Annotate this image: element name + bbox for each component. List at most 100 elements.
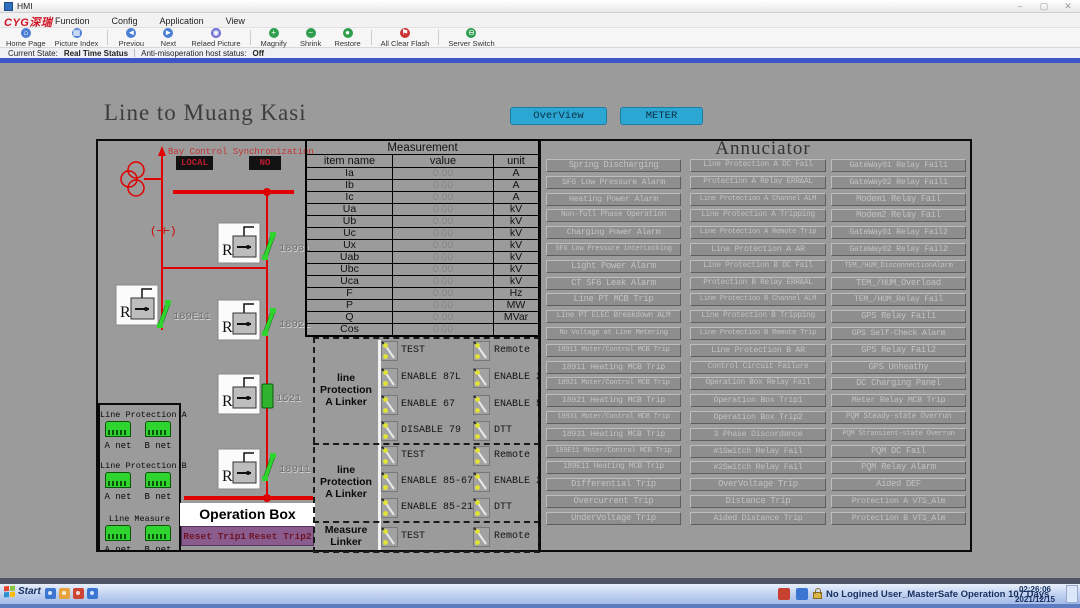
maximize-button[interactable]: ▢	[1036, 1, 1052, 12]
linker-switch-icon[interactable]	[473, 395, 490, 415]
blue-divider	[0, 58, 1080, 63]
toolbar-item-shrink[interactable]: −Shrink	[297, 28, 325, 48]
ie-icon[interactable]	[45, 588, 56, 599]
restore-icon: ●	[343, 28, 353, 38]
annunciator-tile: Aided DEF	[831, 478, 966, 491]
measurement-unit: MW	[494, 300, 538, 311]
toolbar-item-previou[interactable]: ◄Previou	[117, 28, 145, 48]
start-button[interactable]: Start	[4, 586, 41, 597]
meter-button[interactable]: METER	[620, 107, 703, 125]
menu-item-config[interactable]: Config	[112, 16, 138, 26]
linker-switch-icon[interactable]	[381, 395, 398, 415]
measurement-unit: Hz	[494, 288, 538, 299]
annunciator-tile: 18931 Moter/Control MCB Trip	[546, 411, 681, 424]
linker-switch-label: ENABLE 67	[401, 398, 479, 412]
app-icon	[4, 2, 13, 11]
toolbar-item-server-switch[interactable]: ⊖Server Switch	[448, 28, 494, 48]
annunciator-tile: Line Protection A Channel ALM	[690, 193, 826, 206]
annunciator-tile: 18911 Moter/Control MCB Trip	[546, 344, 681, 357]
toolbar-item-picture-index[interactable]: ▦Picture Index	[55, 28, 99, 48]
linker-switch-label: ENABLE 85-21	[401, 501, 479, 515]
media-icon[interactable]	[87, 588, 98, 599]
annunciator-tile: Distance Trip	[690, 495, 826, 508]
linker-switch-icon[interactable]	[381, 472, 398, 492]
flag-icon: ⚑	[400, 28, 410, 38]
measurement-unit: A	[494, 192, 538, 203]
net-group-title: Line Protection B	[100, 461, 179, 471]
annunciator-tile: Line Protection A DC Fail	[690, 159, 826, 172]
linker-switch-icon[interactable]	[381, 446, 398, 466]
net-port-label: B net	[143, 441, 173, 451]
annunciator-tile: Line Protection A AR	[690, 243, 826, 256]
shield-icon[interactable]	[73, 588, 84, 599]
toolbar-item-label: Relaed Picture	[191, 39, 240, 48]
linker-switch-icon[interactable]	[473, 527, 490, 547]
toolbar-item-relaed-picture[interactable]: ◉Relaed Picture	[191, 28, 240, 48]
close-button[interactable]: ✕	[1060, 1, 1076, 12]
minimize-button[interactable]: –	[1012, 1, 1028, 12]
linker-switch-icon[interactable]	[381, 527, 398, 547]
taskbar-clock[interactable]: 02:26:06 2021/12/15	[1006, 585, 1064, 604]
annunciator-tile: Meter Relay MCB Trip	[831, 394, 966, 407]
annunciator-tile: Line Protection B DC Fail	[690, 260, 826, 273]
toolbar-item-magnify[interactable]: +Magnify	[260, 28, 288, 48]
annunciator-tile: #1Switch Relay Fail	[690, 445, 826, 458]
home-icon: ⌂	[21, 28, 31, 38]
measurement-item-name: Uca	[307, 276, 393, 287]
linker-switch-icon[interactable]	[381, 498, 398, 518]
menu-bar: CYG深瑞 FunctionConfigApplicationView	[0, 13, 1080, 28]
taskbar-bottom-strip	[0, 604, 1080, 608]
reset-button-reset-trip1[interactable]: Reset Trip1	[183, 531, 246, 542]
reset-button-reset-trip2[interactable]: Reset Trip2	[249, 531, 312, 542]
linker-switch-icon[interactable]	[473, 421, 490, 441]
prev-icon: ◄	[126, 28, 136, 38]
measurement-unit	[494, 324, 538, 336]
linker-switch-icon[interactable]	[473, 341, 490, 361]
overview-button[interactable]: OverView	[510, 107, 607, 125]
linker-switch-icon[interactable]	[381, 368, 398, 388]
menu-items: Function Config Application View	[55, 13, 245, 28]
annunciator-tile: Light Power Alarm	[546, 260, 681, 273]
network-tray-icon[interactable]	[796, 588, 808, 600]
linker-switch-icon[interactable]	[473, 472, 490, 492]
linker-switch-label: Remote	[494, 344, 540, 358]
measurement-item-name: Ua	[307, 204, 393, 215]
linker-switch-icon[interactable]	[381, 421, 398, 441]
measurement-row: Ub0.00kV	[307, 216, 538, 228]
linker-section-label: Measure Linker	[315, 523, 377, 549]
measurement-table: Measurementitem namevalueunitIa0.00AIb0.…	[305, 139, 540, 337]
show-desktop-button[interactable]	[1066, 585, 1078, 603]
measurement-unit: kV	[494, 264, 538, 275]
annunciator-tile: UnderVoltage Trip	[546, 512, 681, 525]
annunciator-tile: Line Protection A Remote Trip	[690, 226, 826, 239]
annunciator-tile: Operation Box Trip2	[690, 411, 826, 424]
annunciator-tile: GateWay02 Relay Fail1	[831, 176, 966, 189]
linker-switch-icon[interactable]	[473, 498, 490, 518]
annunciator-tile: 189E11 Moter/Control MCB Trip	[546, 445, 681, 458]
hmi-tray-icon[interactable]	[778, 588, 790, 600]
linker-switch-label: ENABLE 27	[494, 371, 540, 385]
annunciator-tile: PQM Steady-state Overrun	[831, 411, 966, 424]
linker-switch-label: DTT	[494, 424, 540, 438]
linker-switch-icon[interactable]	[381, 341, 398, 361]
menu-item-application[interactable]: Application	[160, 16, 204, 26]
linker-switch-icon[interactable]	[473, 368, 490, 388]
toolbar-item-home-page[interactable]: ⌂Home Page	[6, 28, 46, 48]
measurement-item-name: Q	[307, 312, 393, 323]
toolbar-item-restore[interactable]: ●Restore	[334, 28, 362, 48]
measurement-unit: kV	[494, 240, 538, 251]
toolbar-item-next[interactable]: ►Next	[154, 28, 182, 48]
folder-icon[interactable]	[59, 588, 70, 599]
linker-switch-icon[interactable]	[473, 446, 490, 466]
menu-item-function[interactable]: Function	[55, 16, 90, 26]
rj45-port-icon	[145, 525, 171, 541]
measurement-item-name: Cos	[307, 324, 393, 336]
toolbar-item-all-clear-flash[interactable]: ⚑All Clear Flash	[381, 28, 430, 48]
annunciator-tile: No Voltage at Line Metering	[546, 327, 681, 340]
start-label: Start	[18, 586, 41, 597]
current-state-value: Real Time Status	[64, 49, 128, 58]
linker-switch-label: ENABLE 85-67N	[401, 475, 479, 489]
annunciator-tile: TEM_/HUM_Overload	[831, 277, 966, 290]
toolbar-item-label: Magnify	[260, 39, 286, 48]
menu-item-view[interactable]: View	[226, 16, 245, 26]
